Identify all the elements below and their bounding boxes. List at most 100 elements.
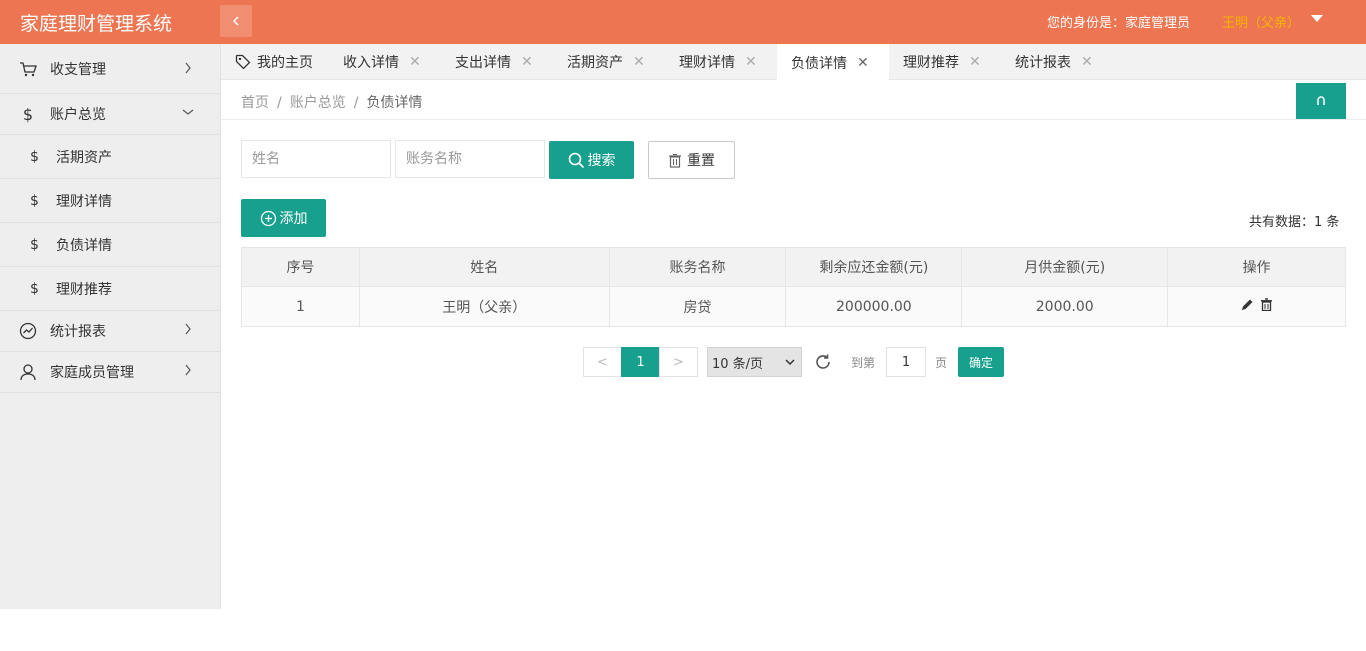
dollar-icon: $ xyxy=(30,148,39,165)
tab-finance-details[interactable]: 理财详情 ✕ xyxy=(665,44,777,80)
page-size-select[interactable]: 10 条/页 xyxy=(707,347,802,377)
tab-current-assets[interactable]: 活期资产 ✕ xyxy=(553,44,665,80)
reset-button-label: 重置 xyxy=(687,153,715,169)
total-count: 共有数据：1 条 xyxy=(1249,215,1340,230)
chevron-down-icon xyxy=(182,109,194,115)
delete-icon[interactable] xyxy=(1260,298,1273,311)
table-header-row: 序号 姓名 账务名称 剩余应还金额(元) 月供金额(元) 操作 xyxy=(241,247,1346,287)
prev-page-button[interactable]: < xyxy=(583,347,622,377)
sidebar-subitem-label: 理财详情 xyxy=(56,193,112,210)
user-icon xyxy=(18,362,38,382)
cell-account: 房贷 xyxy=(608,286,787,327)
next-page-button[interactable]: > xyxy=(659,347,698,377)
close-icon[interactable]: ✕ xyxy=(969,54,981,70)
refresh-icon xyxy=(1317,96,1325,105)
sidebar-subitem-debt-details[interactable]: $ 负债详情 xyxy=(0,223,220,267)
tab-statistics[interactable]: 统计报表 ✕ xyxy=(1001,44,1113,80)
close-icon[interactable]: ✕ xyxy=(745,54,757,70)
tab-label: 活期资产 xyxy=(567,55,623,71)
tab-label: 理财推荐 xyxy=(903,55,959,71)
chevron-right-icon xyxy=(185,323,191,335)
column-header: 剩余应还金额(元) xyxy=(785,247,963,287)
tag-icon xyxy=(235,54,251,70)
tab-finance-recommend[interactable]: 理财推荐 ✕ xyxy=(889,44,1001,80)
pagination-refresh-button[interactable] xyxy=(810,347,836,377)
row-actions xyxy=(1241,298,1273,311)
column-header: 月供金额(元) xyxy=(961,247,1169,287)
name-search-input[interactable] xyxy=(241,140,391,178)
breadcrumb-bar: 首页 / 账户总览 / 负债详情 xyxy=(221,80,1366,120)
page-refresh-button[interactable] xyxy=(1296,83,1346,119)
sidebar-item-statistics[interactable]: 统计报表 xyxy=(0,311,220,352)
role-text: 您的身份是：家庭管理员 xyxy=(1047,16,1191,31)
user-name-menu[interactable]: 王明（父亲） xyxy=(1222,12,1300,31)
tab-label: 支出详情 xyxy=(455,55,511,71)
tab-label: 负债详情 xyxy=(791,55,847,72)
plus-circle-icon xyxy=(260,210,276,226)
close-icon[interactable]: ✕ xyxy=(633,54,645,70)
breadcrumb-current: 负债详情 xyxy=(366,95,423,111)
chart-circle-icon xyxy=(18,321,38,341)
sidebar: 收支管理 $ 账户总览 $ 活期资产 $ 理财详情 $ 负债详情 $ 理财推荐 … xyxy=(0,44,221,609)
add-button-label: 添加 xyxy=(279,211,308,227)
goto-page-input[interactable] xyxy=(886,347,926,377)
refresh-icon xyxy=(816,354,830,369)
tab-label: 收入详情 xyxy=(343,55,399,71)
cell-actions xyxy=(1167,286,1346,327)
tab-debt-details[interactable]: 负债详情 ✕ xyxy=(777,44,889,81)
table-row: 1 王明（父亲） 房贷 200000.00 2000.00 xyxy=(241,286,1346,327)
breadcrumb-separator: / xyxy=(277,95,282,111)
sidebar-subitem-finance-recommend[interactable]: $ 理财推荐 xyxy=(0,267,220,311)
goto-label: 到第 xyxy=(851,356,876,370)
chevron-left-icon xyxy=(232,16,239,26)
close-icon[interactable]: ✕ xyxy=(521,54,533,70)
sidebar-subitem-label: 活期资产 xyxy=(56,149,112,166)
close-icon[interactable]: ✕ xyxy=(409,54,421,70)
sidebar-item-label: 收支管理 xyxy=(50,61,106,78)
sidebar-item-income-expense[interactable]: 收支管理 xyxy=(0,44,220,94)
current-page[interactable]: 1 xyxy=(621,347,660,377)
sidebar-subitem-current-assets[interactable]: $ 活期资产 xyxy=(0,135,220,179)
reset-button[interactable]: 重置 xyxy=(648,141,735,179)
page-size-value: 10 条/页 xyxy=(712,356,764,372)
sidebar-item-label: 统计报表 xyxy=(50,324,106,340)
tab-income-details[interactable]: 收入详情 ✕ xyxy=(329,44,441,80)
sidebar-subitem-label: 理财推荐 xyxy=(56,281,112,298)
sidebar-item-family-members[interactable]: 家庭成员管理 xyxy=(0,352,220,393)
close-icon[interactable]: ✕ xyxy=(857,55,869,71)
breadcrumb-parent[interactable]: 账户总览 xyxy=(290,95,346,111)
breadcrumb: 首页 / 账户总览 / 负债详情 xyxy=(241,92,422,112)
tab-expense-details[interactable]: 支出详情 ✕ xyxy=(441,44,553,80)
sidebar-item-label: 账户总览 xyxy=(50,107,106,123)
goto-confirm-button[interactable]: 确定 xyxy=(958,347,1004,377)
caret-down-icon[interactable] xyxy=(1311,15,1323,22)
app-title: 家庭理财管理系统 xyxy=(20,13,173,35)
breadcrumb-home[interactable]: 首页 xyxy=(241,95,269,111)
chevron-right-icon xyxy=(185,62,191,74)
account-search-input[interactable] xyxy=(395,140,545,178)
debt-table: 序号 姓名 账务名称 剩余应还金额(元) 月供金额(元) 操作 1 王明（父亲）… xyxy=(241,247,1346,327)
chevron-down-icon xyxy=(785,359,795,366)
column-header: 姓名 xyxy=(358,247,610,287)
cell-remaining: 200000.00 xyxy=(785,286,963,327)
add-button[interactable]: 添加 xyxy=(241,199,326,237)
sidebar-collapse-button[interactable] xyxy=(220,5,252,37)
sidebar-subitem-label: 负债详情 xyxy=(56,237,112,254)
sidebar-item-account-overview[interactable]: $ 账户总览 xyxy=(0,94,220,135)
column-header: 账务名称 xyxy=(608,247,787,287)
dollar-icon: $ xyxy=(22,104,34,124)
close-icon[interactable]: ✕ xyxy=(1081,54,1093,70)
sidebar-subitem-finance-details[interactable]: $ 理财详情 xyxy=(0,179,220,223)
page-unit-label: 页 xyxy=(935,356,948,370)
cell-name: 王明（父亲） xyxy=(358,286,610,327)
dollar-icon: $ xyxy=(30,192,39,209)
cell-monthly: 2000.00 xyxy=(961,286,1169,327)
edit-icon[interactable] xyxy=(1241,298,1254,311)
dollar-icon: $ xyxy=(30,280,39,297)
tab-label: 我的主页 xyxy=(257,55,313,71)
search-button-label: 搜索 xyxy=(587,153,616,169)
tab-label: 统计报表 xyxy=(1015,55,1071,71)
search-button[interactable]: 搜索 xyxy=(549,141,634,179)
tab-home[interactable]: 我的主页 xyxy=(221,44,333,80)
search-icon xyxy=(568,152,584,168)
